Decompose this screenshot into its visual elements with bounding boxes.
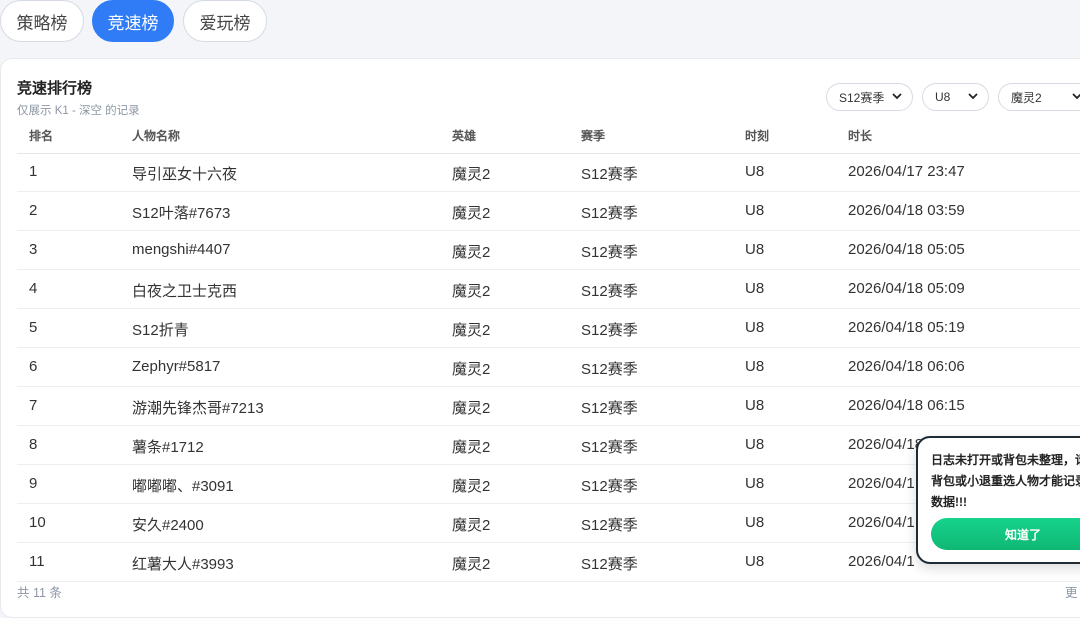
cell-hero: 魔灵2 (452, 322, 491, 339)
cell-time: U8 (745, 241, 765, 258)
cell-character-name: 游潮先锋杰哥#7213 (132, 400, 264, 417)
table-row: 5 S12折青 魔灵2 S12赛季 U8 2026/04/18 05:19 (17, 309, 1080, 348)
cell-duration: 2026/04/1 (848, 514, 915, 531)
chevron-down-icon (892, 93, 902, 100)
table-row: 3 mengshi#4407 魔灵2 S12赛季 U8 2026/04/18 05:05 (17, 231, 1080, 270)
table-row: 2 S12叶落#7673 魔灵2 S12赛季 U8 2026/04/18 03:59 (17, 192, 1080, 231)
total-count: 共 11 条 (17, 586, 62, 600)
cell-season: S12赛季 (581, 322, 638, 339)
cell-season: S12赛季 (581, 205, 638, 222)
hero-select-value: 魔灵2 (1011, 90, 1042, 105)
table-row: 1 导引巫女十六夜 魔灵2 S12赛季 U8 2026/04/17 23:47 (17, 153, 1080, 192)
more-link[interactable]: 更 (1065, 582, 1078, 601)
cell-season: S12赛季 (581, 478, 638, 495)
cell-rank: 1 (29, 163, 38, 180)
cell-duration: 2026/04/18 03:59 (848, 202, 965, 219)
cell-rank: 9 (29, 475, 38, 492)
cell-hero: 魔灵2 (452, 439, 491, 456)
cell-duration: 2026/04/17 23:47 (848, 163, 965, 180)
cell-duration: 2026/04/1 (848, 553, 915, 570)
cell-hero: 魔灵2 (452, 283, 491, 300)
chevron-down-icon (968, 93, 978, 100)
cell-time: U8 (745, 553, 765, 570)
cell-season: S12赛季 (581, 361, 638, 378)
cell-duration: 2026/04/18 06:06 (848, 358, 965, 375)
cell-rank: 5 (29, 319, 38, 336)
cell-season: S12赛季 (581, 439, 638, 456)
cell-season: S12赛季 (581, 166, 638, 183)
cell-season: S12赛季 (581, 283, 638, 300)
cell-rank: 3 (29, 241, 38, 258)
header-rank: 排名 (29, 129, 54, 143)
header-character-name: 人物名称 (132, 129, 181, 143)
cell-rank: 4 (29, 280, 38, 297)
cell-duration: 2026/04/18 05:05 (848, 241, 965, 258)
cell-time: U8 (745, 163, 765, 180)
cell-duration: 2026/04/18 06:15 (848, 397, 965, 414)
cell-character-name: S12叶落#7673 (132, 205, 231, 222)
season-select-value: S12赛季 (839, 90, 885, 105)
toast-confirm-button[interactable]: 知道了 (931, 518, 1080, 550)
cell-rank: 6 (29, 358, 38, 375)
table-row: 4 白夜之卫士克西 魔灵2 S12赛季 U8 2026/04/18 05:09 (17, 270, 1080, 309)
cell-character-name: S12折青 (132, 322, 189, 339)
cell-duration: 2026/04/18 05:19 (848, 319, 965, 336)
tab-speed[interactable]: 竞速榜 (92, 0, 174, 42)
cell-season: S12赛季 (581, 400, 638, 417)
cell-hero: 魔灵2 (452, 556, 491, 573)
hero-select[interactable]: 魔灵2 (998, 83, 1080, 111)
season-select[interactable]: S12赛季 (826, 83, 913, 111)
cell-character-name: mengshi#4407 (132, 241, 231, 258)
cell-duration: 2026/04/18 05:09 (848, 280, 965, 297)
cell-hero: 魔灵2 (452, 166, 491, 183)
cell-character-name: 白夜之卫士克西 (132, 283, 238, 300)
panel-subtitle: 仅展示 K1 - 深空 的记录 (17, 105, 140, 117)
cell-time: U8 (745, 436, 765, 453)
panel-title: 竞速排行榜 (17, 80, 93, 97)
level-select[interactable]: U8 (922, 83, 989, 111)
cell-character-name: 红薯大人#3993 (132, 556, 234, 573)
header-hero: 英雄 (452, 129, 477, 143)
cell-time: U8 (745, 475, 765, 492)
tab-strategy[interactable]: 策略榜 (0, 0, 84, 42)
cell-character-name: 安久#2400 (132, 517, 204, 534)
table-row: 7 游潮先锋杰哥#7213 魔灵2 S12赛季 U8 2026/04/18 06:15 (17, 387, 1080, 426)
cell-hero: 魔灵2 (452, 244, 491, 261)
cell-season: S12赛季 (581, 244, 638, 261)
cell-character-name: Zephyr#5817 (132, 358, 221, 375)
tab-fun[interactable]: 爱玩榜 (183, 0, 267, 42)
cell-time: U8 (745, 514, 765, 531)
cell-time: U8 (745, 202, 765, 219)
warning-toast: 日志未打开或背包未整理，请整理背包或小退重选人物才能记录物品数据!!! 知道了 (916, 436, 1080, 564)
cell-time: U8 (745, 280, 765, 297)
cell-rank: 2 (29, 202, 38, 219)
cell-hero: 魔灵2 (452, 400, 491, 417)
cell-season: S12赛季 (581, 556, 638, 573)
table-row: 6 Zephyr#5817 魔灵2 S12赛季 U8 2026/04/18 06:06 (17, 348, 1080, 387)
cell-hero: 魔灵2 (452, 517, 491, 534)
cell-rank: 8 (29, 436, 38, 453)
level-select-value: U8 (935, 90, 951, 104)
toast-message: 日志未打开或背包未整理，请整理背包或小退重选人物才能记录物品数据!!! (931, 453, 1080, 509)
cell-character-name: 薯条#1712 (132, 439, 204, 456)
header-time: 时刻 (745, 129, 770, 143)
cell-time: U8 (745, 319, 765, 336)
cell-hero: 魔灵2 (452, 361, 491, 378)
header-duration: 时长 (848, 129, 873, 143)
cell-time: U8 (745, 397, 765, 414)
cell-rank: 7 (29, 397, 38, 414)
cell-hero: 魔灵2 (452, 478, 491, 495)
cell-duration: 2026/04/1 (848, 475, 915, 492)
cell-rank: 11 (29, 553, 45, 570)
cell-season: S12赛季 (581, 517, 638, 534)
cell-character-name: 导引巫女十六夜 (132, 166, 238, 183)
cell-time: U8 (745, 358, 765, 375)
cell-hero: 魔灵2 (452, 205, 491, 222)
chevron-down-icon (1072, 93, 1080, 100)
table-header: 排名 人物名称 英雄 赛季 时刻 时长 (17, 119, 1080, 154)
header-season: 赛季 (581, 129, 606, 143)
cell-rank: 10 (29, 514, 46, 531)
cell-character-name: 嘟嘟嘟、#3091 (132, 478, 234, 495)
